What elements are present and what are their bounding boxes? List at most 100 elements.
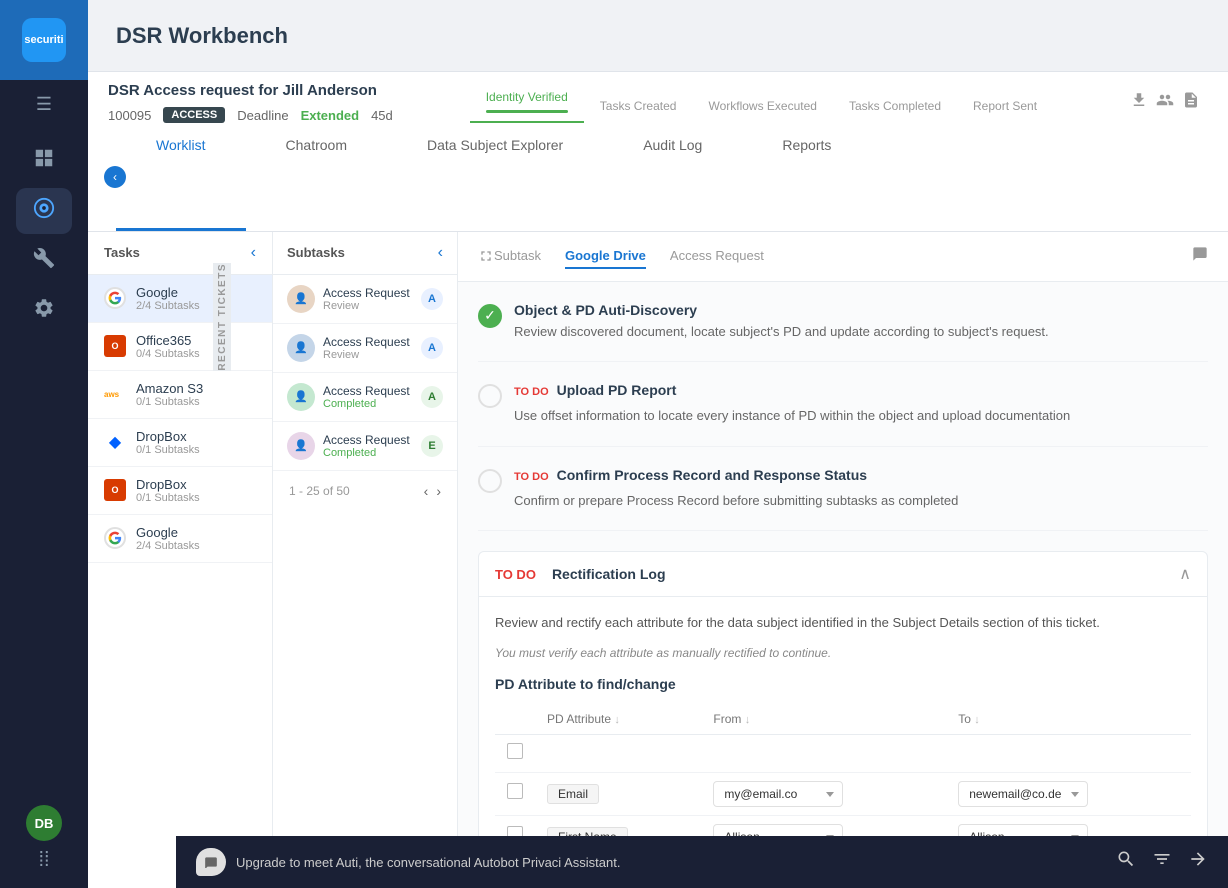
subtask-avatar-1: 👤 (287, 285, 315, 313)
google-logo2 (104, 527, 126, 549)
task-name: Google (136, 285, 256, 300)
to-email-select[interactable]: newemail@co.de (958, 781, 1088, 807)
tasks-column: Tasks ‹ Google 2/4 Subtasks O (88, 232, 273, 888)
task-subtasks: 0/1 Subtasks (136, 396, 256, 408)
ticket-title: DSR Access request for Jill Anderson (108, 82, 393, 99)
comment-icon-area[interactable] (1192, 246, 1208, 267)
subtask-item-3[interactable]: 👤 Access Request Completed A (273, 373, 457, 422)
pagination-prev[interactable]: ‹ (424, 483, 429, 499)
th-from: From ↓ (701, 704, 946, 735)
task-info-amazons3: Amazon S3 0/1 Subtasks (136, 381, 256, 408)
sidebar-item-analytics[interactable] (16, 188, 72, 234)
tab-audit-log[interactable]: Audit Log (603, 123, 742, 231)
task-item-office365[interactable]: O Office365 0/4 Subtasks (88, 323, 272, 371)
task-subtasks: 0/4 Subtasks (136, 348, 256, 360)
collapse-button[interactable]: ‹ (104, 166, 126, 188)
task-item-google2[interactable]: Google 2/4 Subtasks (88, 515, 272, 563)
from-email-select[interactable]: my@email.co (713, 781, 843, 807)
subtask-info-1: Access Request Review (323, 286, 413, 312)
task-info-dropbox2: DropBox 0/1 Subtasks (136, 477, 256, 504)
task-item-dropbox2[interactable]: O DropBox 0/1 Subtasks (88, 467, 272, 515)
recent-tickets-panel[interactable]: RECENT TICKETS (213, 263, 231, 371)
subtask-item-2[interactable]: 👤 Access Request Review A (273, 324, 457, 373)
subtask-badge-3: A (421, 386, 443, 408)
progress-tab-report-sent[interactable]: Report Sent (957, 91, 1053, 123)
pagination-next[interactable]: › (436, 483, 441, 499)
rectification-header[interactable]: TO DO Rectification Log ∧ (478, 551, 1208, 597)
ticket-area: DSR Access request for Jill Anderson 100… (88, 72, 1228, 123)
subtasks-back-arrow[interactable]: ‹ (438, 244, 443, 262)
subtask-info-2: Access Request Review (323, 335, 413, 361)
subtask-detail-info-1: Object & PD Auti-Discovery Review discov… (514, 302, 1208, 342)
rectification-body-text: Review and rectify each attribute for th… (495, 613, 1191, 634)
office365-logo: O (104, 335, 126, 357)
progress-tab-workflows[interactable]: Workflows Executed (692, 91, 833, 123)
tab-worklist[interactable]: Worklist (116, 123, 246, 231)
task-name: Office365 (136, 333, 256, 348)
detail-tab-access-request[interactable]: Access Request (670, 244, 764, 269)
progress-tab-identity-verified[interactable]: Identity Verified (470, 82, 584, 123)
subtask-detail-1: ✓ Object & PD Auti-Discovery Review disc… (478, 302, 1208, 363)
subtask-detail-title-3: Confirm Process Record and Response Stat… (557, 467, 867, 483)
subtasks-column: Subtasks ‹ 👤 Access Request Review A 👤 A… (273, 232, 458, 888)
download-icon[interactable] (1130, 91, 1148, 114)
check-todo-icon-2 (478, 469, 502, 493)
logo-text: securiti (24, 34, 63, 46)
arrow-icon[interactable] (1188, 849, 1208, 875)
main-tabs: RECENT TICKETS ‹ Worklist Chatroom Data … (88, 123, 1228, 232)
users-icon[interactable] (1156, 91, 1174, 114)
detail-header: Subtask Google Drive Access Request (458, 232, 1228, 282)
subtask-detail-desc-3: Confirm or prepare Process Record before… (514, 491, 1208, 511)
header: DSR Workbench (88, 0, 1228, 72)
note-icon[interactable] (1182, 91, 1200, 114)
sidebar-item-settings[interactable] (16, 288, 72, 334)
subtask-detail-desc-1: Review discovered document, locate subje… (514, 322, 1208, 342)
progress-tabs: Identity Verified Tasks Created Workflow… (393, 82, 1130, 123)
tab-reports[interactable]: Reports (742, 123, 871, 231)
google-logo (104, 287, 126, 309)
subtask-badge-4: E (421, 435, 443, 457)
bottom-bar: Upgrade to meet Auti, the conversational… (176, 836, 1228, 888)
subtask-item-1[interactable]: 👤 Access Request Review A (273, 275, 457, 324)
avatar[interactable]: DB (26, 805, 62, 841)
filter-icon[interactable] (1152, 849, 1172, 875)
tools-icon (33, 247, 55, 275)
menu-toggle[interactable]: ☰ (0, 80, 88, 128)
row0-checkbox[interactable] (507, 743, 523, 759)
task-item-google1[interactable]: Google 2/4 Subtasks (88, 275, 272, 323)
detail-tab-subtask[interactable]: Subtask (494, 244, 541, 269)
tasks-back-arrow[interactable]: ‹ (251, 244, 256, 262)
deadline-label: Deadline (237, 108, 288, 123)
subtask-detail-title-1: Object & PD Auti-Discovery (514, 302, 1208, 318)
task-detail-content: ✓ Object & PD Auti-Discovery Review disc… (458, 282, 1228, 888)
upgrade-text: Upgrade to meet Auti, the conversational… (236, 855, 620, 870)
extended-days: 45d (371, 108, 393, 123)
apps-icon[interactable]: ⁞⁞ (38, 849, 49, 872)
subtask-detail-info-2: TO DO Upload PD Report Use offset inform… (514, 382, 1208, 426)
collapse-arrow-icon[interactable]: ∧ (1179, 564, 1191, 584)
extended-label: Extended (301, 108, 360, 123)
task-name: Google (136, 525, 256, 540)
tab-chatroom[interactable]: Chatroom (246, 123, 387, 231)
task-name: DropBox (136, 429, 256, 444)
sidebar-item-tools[interactable] (16, 238, 72, 284)
row1-checkbox[interactable] (507, 783, 523, 799)
sidebar-item-dashboard[interactable] (16, 138, 72, 184)
todo-label-2: TO DO (514, 471, 549, 483)
progress-tab-tasks-created[interactable]: Tasks Created (584, 91, 693, 123)
task-item-dropbox1[interactable]: ◆ DropBox 0/1 Subtasks (88, 419, 272, 467)
ticket-actions (1130, 91, 1208, 114)
subtask-item-4[interactable]: 👤 Access Request Completed E (273, 422, 457, 471)
expand-icon-area[interactable] (478, 248, 494, 264)
detail-tab-google-drive[interactable]: Google Drive (565, 244, 646, 269)
task-item-amazons3[interactable]: aws Amazon S3 0/1 Subtasks (88, 371, 272, 419)
sidebar: securiti ☰ DB ⁞⁞ (0, 0, 88, 888)
task-info-google2: Google 2/4 Subtasks (136, 525, 256, 552)
search-icon[interactable] (1116, 849, 1136, 875)
ticket-left-info: DSR Access request for Jill Anderson 100… (108, 82, 393, 123)
recent-tickets-label: RECENT TICKETS (217, 263, 228, 371)
tab-data-subject-explorer[interactable]: Data Subject Explorer (387, 123, 603, 231)
subtask-badge-2: A (421, 337, 443, 359)
rectification-note: You must verify each attribute as manual… (495, 646, 1191, 660)
progress-tab-tasks-completed[interactable]: Tasks Completed (833, 91, 957, 123)
